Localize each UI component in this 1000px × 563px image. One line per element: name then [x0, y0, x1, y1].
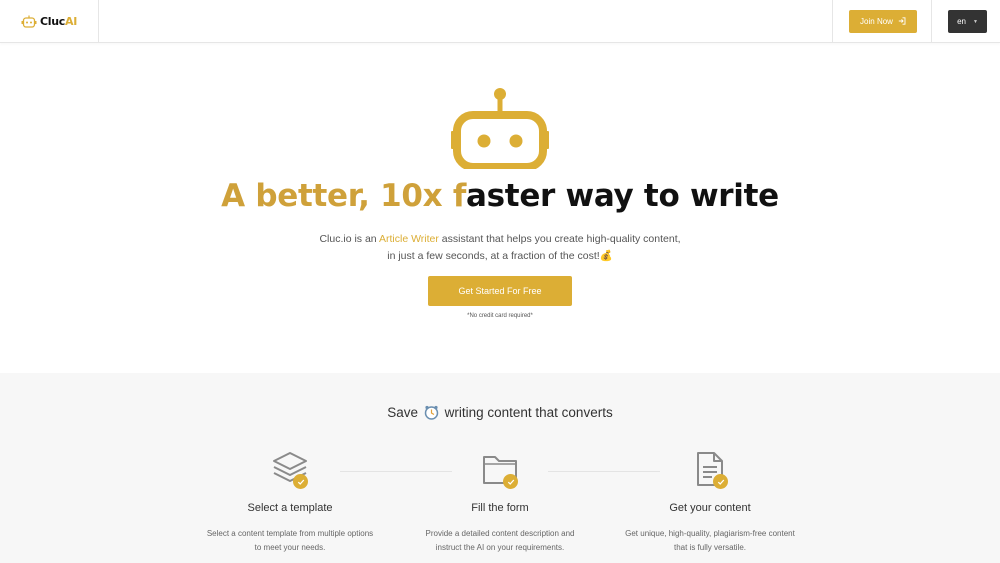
- step-select-template: Select a template Select a content templ…: [190, 449, 390, 555]
- no-credit-card-note: *No credit card required*: [467, 313, 533, 319]
- step-title: Select a template: [247, 502, 333, 514]
- join-now-button[interactable]: Join Now: [849, 10, 917, 33]
- step-description: Get unique, high-quality, plagiarism-fre…: [625, 529, 795, 552]
- site-header: ClucAI Join Now en ▼: [0, 0, 1000, 43]
- steps-section: Save writing content that converts Selec…: [0, 373, 1000, 563]
- hero-title: A better, 10x faster way to write: [221, 178, 779, 214]
- check-badge-icon: [503, 474, 518, 489]
- step-title: Fill the form: [471, 502, 529, 514]
- robot-icon: [451, 88, 549, 169]
- step-icon: [270, 449, 310, 489]
- language-select[interactable]: en ▼: [948, 10, 987, 33]
- alarm-clock-icon: [424, 405, 439, 420]
- check-badge-icon: [293, 474, 308, 489]
- check-badge-icon: [713, 474, 728, 489]
- robot-logo-icon: [21, 15, 37, 28]
- caret-down-icon: ▼: [972, 18, 978, 25]
- hero-subtitle: Cluc.io is an Article Writer assistant t…: [319, 233, 681, 262]
- step-fill-form: Fill the form Provide a detailed content…: [400, 449, 600, 555]
- sign-in-icon: [898, 16, 906, 27]
- step-title: Get your content: [669, 502, 751, 514]
- step-get-content: Get your content Get unique, high-qualit…: [610, 449, 810, 555]
- steps-title: Save writing content that converts: [387, 405, 613, 420]
- step-icon: [690, 449, 730, 489]
- get-started-button[interactable]: Get Started For Free: [428, 276, 572, 306]
- step-description: Select a content template from multiple …: [206, 529, 374, 552]
- logo-text: ClucAI: [39, 14, 77, 28]
- join-container: Join Now: [832, 0, 932, 42]
- logo[interactable]: ClucAI: [0, 0, 99, 42]
- article-writer-link[interactable]: Article Writer: [379, 233, 439, 245]
- step-icon: [480, 449, 520, 489]
- step-description: Provide a detailed content description a…: [425, 529, 575, 552]
